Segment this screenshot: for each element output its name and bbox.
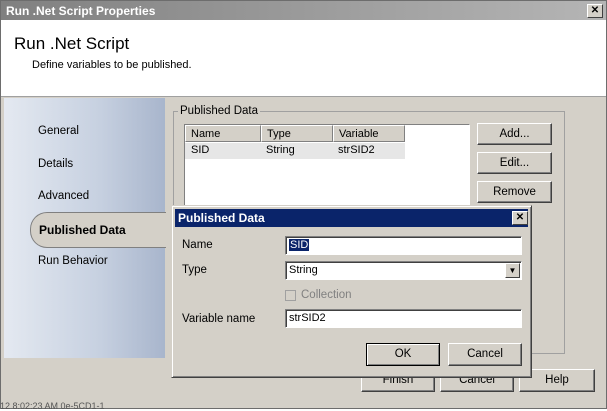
sidebar-item-details[interactable]: Details — [38, 158, 73, 170]
published-data-dialog: Published Data ✕ Name SID Type String ▼ … — [171, 205, 532, 378]
name-value: SID — [289, 239, 310, 251]
cell-type: String — [266, 144, 295, 156]
name-label: Name — [182, 239, 213, 251]
close-icon: ✕ — [590, 5, 600, 16]
cell-variable: strSID2 — [338, 144, 375, 156]
column-header-name[interactable]: Name — [185, 125, 261, 142]
collection-checkbox[interactable] — [285, 290, 296, 301]
header-panel: Run .Net Script Define variables to be p… — [1, 20, 606, 97]
dialog-close-button[interactable]: ✕ — [512, 211, 528, 225]
column-header-variable[interactable]: Variable — [333, 125, 405, 142]
sidebar-item-published-data[interactable]: Published Data — [30, 212, 173, 248]
type-select[interactable]: String ▼ — [285, 261, 522, 280]
chevron-down-icon[interactable]: ▼ — [505, 263, 520, 278]
add-button[interactable]: Add... — [477, 123, 552, 145]
published-data-list[interactable]: Name Type Variable SID String strSID2 — [184, 124, 470, 212]
variable-name-label: Variable name — [182, 313, 256, 325]
cell-name: SID — [191, 144, 210, 156]
variable-name-field[interactable]: strSID2 — [285, 309, 522, 328]
sidebar-item-label: Published Data — [39, 223, 126, 237]
name-field[interactable]: SID — [285, 236, 522, 255]
page-subtitle: Define variables to be published. — [32, 59, 192, 71]
column-header-type[interactable]: Type — [261, 125, 333, 142]
ok-button[interactable]: OK — [366, 343, 440, 366]
close-icon: ✕ — [515, 212, 525, 223]
sidebar-item-general[interactable]: General — [38, 125, 79, 137]
variable-name-value: strSID2 — [289, 312, 326, 324]
window-close-button[interactable]: ✕ — [587, 4, 603, 18]
dialog-title: Published Data — [178, 211, 265, 225]
page-title: Run .Net Script — [14, 34, 130, 53]
window-titlebar[interactable]: Run .Net Script Properties ✕ — [1, 1, 606, 20]
sidebar-item-advanced[interactable]: Advanced — [38, 190, 89, 202]
type-value: String — [289, 264, 318, 276]
window-title: Run .Net Script Properties — [6, 4, 156, 18]
background-window-text: 12 8:02:23 AM 0e-5CD1-1 — [0, 401, 105, 411]
collection-label: Collection — [301, 289, 352, 301]
dialog-cancel-button[interactable]: Cancel — [448, 343, 522, 366]
sidebar-item-run-behavior[interactable]: Run Behavior — [38, 255, 108, 267]
type-label: Type — [182, 264, 207, 276]
dialog-titlebar[interactable]: Published Data ✕ — [175, 209, 528, 227]
remove-button[interactable]: Remove — [477, 181, 552, 203]
group-label: Published Data — [178, 105, 260, 117]
edit-button[interactable]: Edit... — [477, 152, 552, 174]
